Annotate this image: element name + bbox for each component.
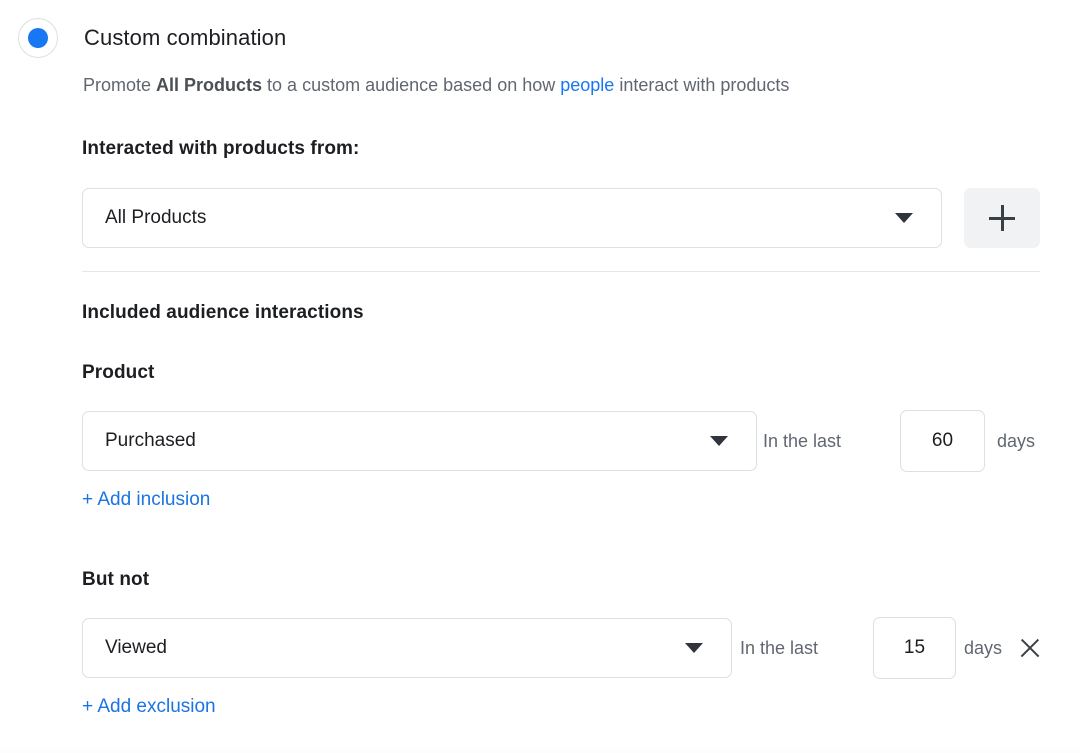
included-interactions-heading: Included audience interactions	[82, 302, 364, 324]
add-product-source-button[interactable]	[964, 188, 1040, 248]
product-source-select[interactable]: All Products	[82, 188, 942, 248]
close-icon[interactable]	[1018, 636, 1042, 660]
description-middle: to a custom audience based on how	[262, 75, 560, 95]
exclusion-event-value: Viewed	[83, 637, 685, 659]
add-inclusion-link[interactable]: + Add inclusion	[82, 489, 210, 511]
add-exclusion-link[interactable]: + Add exclusion	[82, 696, 216, 718]
section-divider	[82, 271, 1040, 272]
chevron-down-icon	[685, 643, 703, 653]
inclusion-days-input[interactable]	[900, 410, 985, 472]
inclusion-days-label: days	[997, 431, 1035, 452]
custom-combination-radio[interactable]	[18, 18, 58, 58]
exclusion-in-the-last-label: In the last	[740, 638, 818, 659]
product-source-value: All Products	[83, 207, 895, 229]
option-title: Custom combination	[84, 18, 286, 58]
inclusion-event-value: Purchased	[83, 430, 710, 452]
bottom-cutoff-strip	[0, 748, 1080, 753]
people-link[interactable]: people	[560, 75, 614, 95]
description-prefix: Promote	[83, 75, 156, 95]
inclusion-in-the-last-label: In the last	[763, 431, 841, 452]
description-bold-products: All Products	[156, 75, 262, 95]
custom-combination-panel: Custom combination Promote All Products …	[0, 0, 1080, 753]
exclusion-event-select[interactable]: Viewed	[82, 618, 732, 678]
inclusion-event-select[interactable]: Purchased	[82, 411, 757, 471]
radio-selected-dot	[28, 28, 48, 48]
but-not-heading: But not	[82, 569, 149, 591]
plus-icon	[989, 205, 1015, 231]
option-description: Promote All Products to a custom audienc…	[83, 72, 789, 98]
custom-combination-option[interactable]: Custom combination	[18, 18, 1058, 58]
chevron-down-icon	[710, 436, 728, 446]
exclusion-days-label: days	[964, 638, 1002, 659]
exclusion-days-input[interactable]	[873, 617, 956, 679]
chevron-down-icon	[895, 213, 913, 223]
description-suffix: interact with products	[614, 75, 789, 95]
interacted-with-heading: Interacted with products from:	[82, 138, 359, 160]
product-subheading: Product	[82, 362, 154, 384]
